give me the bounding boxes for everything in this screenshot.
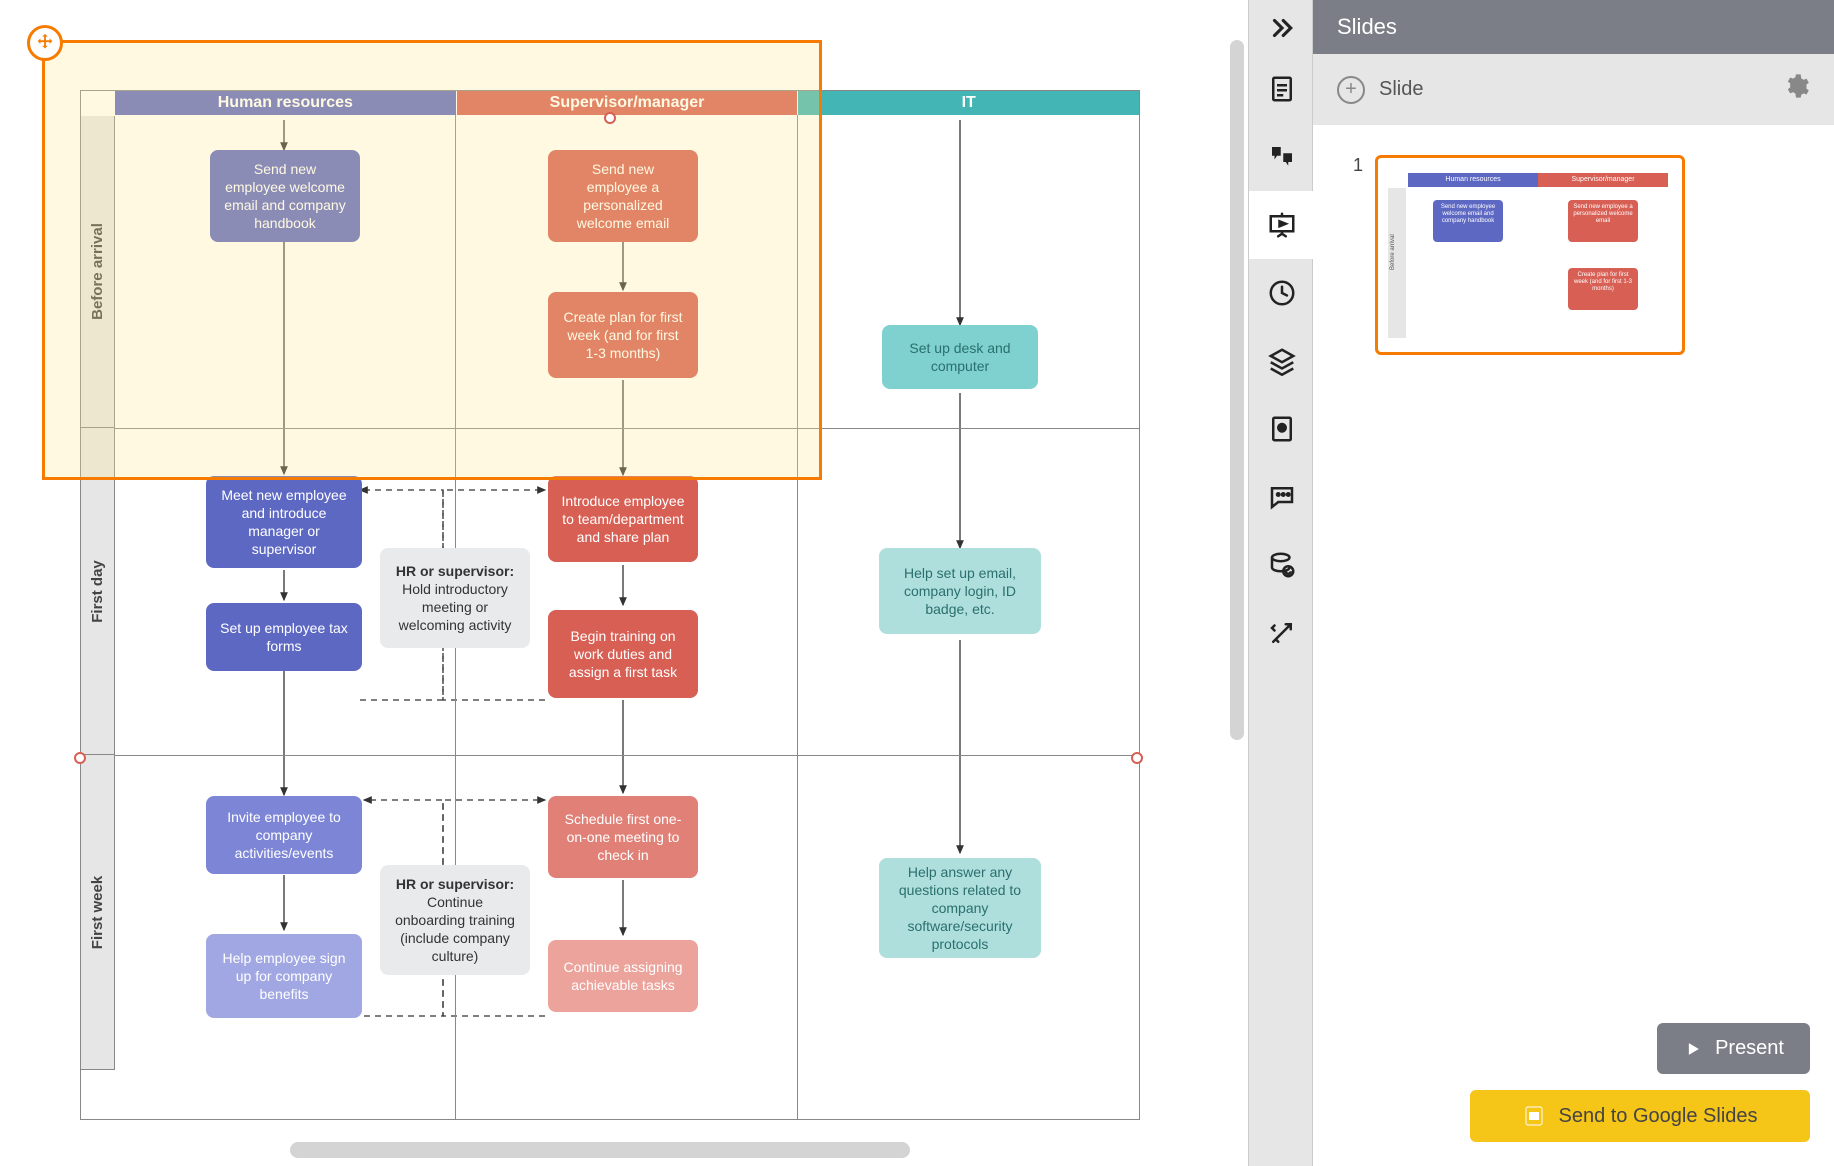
add-slide-button[interactable]: + Slide <box>1337 76 1423 104</box>
panel-footer: Present Send to Google Slides <box>1313 999 1834 1166</box>
gear-icon[interactable] <box>1782 72 1810 107</box>
thumb-node: Create plan for first week (and for firs… <box>1568 268 1638 310</box>
thumb-row: Before arrival <box>1388 188 1406 338</box>
chat-icon[interactable] <box>1249 463 1314 531</box>
thumb-col-hr: Human resources <box>1408 173 1538 187</box>
diagram-canvas[interactable]: Human resources Supervisor/manager IT Be… <box>0 0 1248 1166</box>
bold-label: HR or supervisor: <box>396 563 514 579</box>
page-settings-icon[interactable] <box>1249 55 1314 123</box>
thumb-col-sv: Supervisor/manager <box>1538 173 1668 187</box>
magic-icon[interactable] <box>1249 599 1314 667</box>
row-divider <box>115 755 1140 756</box>
node-it-answer[interactable]: Help answer any questions related to com… <box>879 858 1041 958</box>
thumb-node: Send new employee welcome email and comp… <box>1433 200 1503 242</box>
node-sv-train[interactable]: Begin training on work duties and assign… <box>548 610 698 698</box>
horizontal-scrollbar[interactable] <box>290 1142 910 1158</box>
plus-icon: + <box>1337 76 1365 104</box>
google-label: Send to Google Slides <box>1558 1105 1757 1128</box>
slide-thumbnail[interactable]: Human resources Supervisor/manager Befor… <box>1375 155 1685 355</box>
add-slide-bar: + Slide <box>1313 54 1834 125</box>
resize-handle[interactable] <box>74 752 86 764</box>
slides-panel: Slides + Slide 1 Human resources Supervi… <box>1313 0 1834 1166</box>
layers-icon[interactable] <box>1249 327 1314 395</box>
rest-label: Continue onboarding training (include co… <box>395 894 515 965</box>
add-slide-label: Slide <box>1379 78 1423 101</box>
node-sv-plan[interactable]: Create plan for first week (and for firs… <box>548 292 698 378</box>
collapse-panel-icon[interactable] <box>1249 0 1314 55</box>
thumb-node: Send new employee a personalized welcome… <box>1568 200 1638 242</box>
comment-icon[interactable] <box>1249 123 1314 191</box>
node-hr-benefits[interactable]: Help employee sign up for company benefi… <box>206 934 362 1018</box>
node-hr-meet[interactable]: Meet new employee and introduce manager … <box>206 476 362 568</box>
node-it-help[interactable]: Help set up email, company login, ID bad… <box>879 548 1041 634</box>
data-link-icon[interactable] <box>1249 531 1314 599</box>
row-divider <box>115 428 1140 429</box>
google-slides-icon <box>1522 1104 1546 1128</box>
presentation-icon[interactable] <box>1249 191 1314 259</box>
bold-label: HR or supervisor: <box>396 876 514 892</box>
theme-icon[interactable] <box>1249 395 1314 463</box>
node-hr-onboarding[interactable]: HR or supervisor: Continue onboarding tr… <box>380 865 530 975</box>
resize-handle[interactable] <box>1131 752 1143 764</box>
present-button[interactable]: Present <box>1657 1023 1810 1074</box>
slide-thumb-item[interactable]: 1 Human resources Supervisor/manager Bef… <box>1353 155 1794 355</box>
rest-label: Hold introductory meeting or welcoming a… <box>399 581 512 633</box>
side-toolbar <box>1248 0 1313 1166</box>
vertical-scrollbar[interactable] <box>1230 40 1244 740</box>
play-icon <box>1683 1039 1703 1059</box>
node-sv-intro[interactable]: Introduce employee to team/department an… <box>548 476 698 562</box>
panel-title: Slides <box>1313 0 1834 54</box>
node-hr-invite[interactable]: Invite employee to company activities/ev… <box>206 796 362 874</box>
node-sv-welcome[interactable]: Send new employee a personalized welcome… <box>548 150 698 242</box>
resize-handle[interactable] <box>604 112 616 124</box>
col-divider <box>797 115 798 1120</box>
slides-list: 1 Human resources Supervisor/manager Bef… <box>1313 125 1834 999</box>
slide-number: 1 <box>1353 155 1363 176</box>
history-icon[interactable] <box>1249 259 1314 327</box>
node-sv-schedule[interactable]: Schedule first one-on-one meeting to che… <box>548 796 698 878</box>
move-handle-icon[interactable] <box>27 25 63 61</box>
send-google-slides-button[interactable]: Send to Google Slides <box>1470 1090 1810 1142</box>
node-hr-welcome[interactable]: Send new employee welcome email and comp… <box>210 150 360 242</box>
node-hr-tax[interactable]: Set up employee tax forms <box>206 603 362 671</box>
node-sv-assign[interactable]: Continue assigning achievable tasks <box>548 940 698 1012</box>
node-it-desk[interactable]: Set up desk and computer <box>882 325 1038 389</box>
node-hr-introductory-meeting[interactable]: HR or supervisor: Hold introductory meet… <box>380 548 530 648</box>
present-label: Present <box>1715 1037 1784 1060</box>
